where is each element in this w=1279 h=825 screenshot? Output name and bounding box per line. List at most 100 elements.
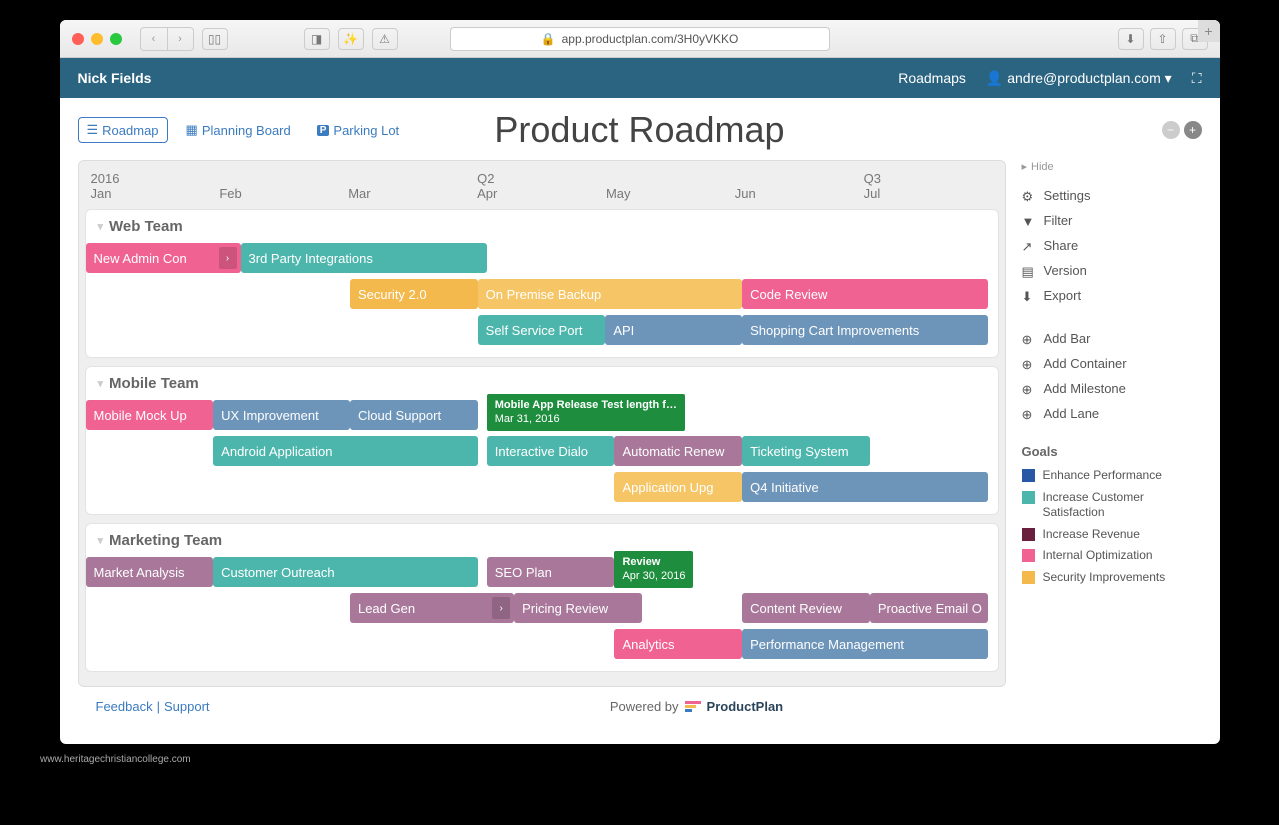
timeline-month: Jun [735,186,864,201]
lane-group: ▾Mobile TeamMobile App Release Test leng… [85,366,999,515]
side-add-bar[interactable]: ⊕Add Bar [1022,326,1202,351]
timeline-year [735,171,864,186]
roadmap-bar[interactable]: Self Service Port [478,315,606,345]
timeline-year: 2016 [91,171,220,186]
tab-parking-lot[interactable]: P Parking Lot [309,117,407,143]
account-menu[interactable]: 👤 andre@productplan.com ▾ [986,70,1172,87]
goal-swatch [1022,549,1035,562]
page-title: Product Roadmap [494,109,784,151]
side-add-lane[interactable]: ⊕Add Lane [1022,401,1202,426]
share-icon[interactable]: ⇧ [1150,28,1176,50]
side-export[interactable]: ⬇Export [1022,283,1202,308]
lane-row: New Admin Con›3rd Party Integrations [86,243,998,273]
tab-roadmap[interactable]: ☰ Roadmap [78,117,168,143]
fullscreen-icon[interactable]: ⛶ [1192,70,1202,87]
tab-planning-board[interactable]: ▦ Planning Board [178,117,299,143]
roadmap-bar[interactable]: 3rd Party Integrations [241,243,487,273]
maximize-window-icon[interactable] [110,33,122,45]
right-sidebar: ▸ Hide ⚙Settings▼Filter↗Share▤Version⬇Ex… [1022,160,1202,687]
roadmap-bar[interactable]: On Premise Backup [478,279,742,309]
roadmap-bar[interactable]: Market Analysis [86,557,214,587]
image-credit: www.heritagechristiancollege.com [20,754,1259,765]
side-share[interactable]: ↗Share [1022,233,1202,258]
side-version[interactable]: ▤Version [1022,258,1202,283]
roadmap-canvas: 2016Q2Q3 JanFebMarAprMayJunJul ▾Web Team… [78,160,1006,687]
export-icon: ⬇ [1022,289,1036,303]
roadmap-bar[interactable]: Code Review [742,279,988,309]
roadmap-bar[interactable]: Lead Gen› [350,593,514,623]
filter-icon: ▼ [1022,214,1036,228]
zoom-in-button[interactable]: + [1184,121,1202,139]
roadmap-bar[interactable]: Automatic Renew [614,436,742,466]
roadmap-bar[interactable]: Content Review [742,593,870,623]
timeline-year: Q2 [477,171,606,186]
roadmap-bar[interactable]: UX Improvement [213,400,350,430]
roadmap-bar[interactable]: API [605,315,742,345]
goal-item[interactable]: Internal Optimization [1022,545,1202,567]
side-add-container[interactable]: ⊕Add Container [1022,351,1202,376]
roadmap-bar[interactable]: Ticketing System [742,436,870,466]
version-icon: ▤ [1022,264,1036,278]
side-add-milestone[interactable]: ⊕Add Milestone [1022,376,1202,401]
timeline-month: Jul [864,186,993,201]
close-window-icon[interactable] [72,33,84,45]
roadmap-bar[interactable]: Cloud Support [350,400,478,430]
milestone-marker[interactable]: Mobile App Release Test length f…Mar 31,… [487,394,685,431]
roadmap-bar[interactable]: Application Upg [614,472,742,502]
hide-sidebar-button[interactable]: ▸ Hide [1022,160,1202,173]
forward-button[interactable]: › [167,28,193,50]
back-button[interactable]: ‹ [141,28,167,50]
goal-swatch [1022,491,1035,504]
lane-row: Market AnalysisCustomer Outreach SEO Plan [86,557,998,587]
roadmap-bar[interactable]: Android Application [213,436,477,466]
roadmap-bar[interactable]: Customer Outreach [213,557,477,587]
lane-row: Self Service PortAPIShopping Cart Improv… [86,315,998,345]
goals-heading: Goals [1022,444,1202,459]
feedback-link[interactable]: Feedback [96,699,153,714]
user-icon: 👤 [986,70,1003,86]
goal-item[interactable]: Security Improvements [1022,567,1202,589]
window-controls [72,33,122,45]
user-name: Nick Fields [78,70,152,86]
roadmap-bar[interactable]: SEO Plan [487,557,615,587]
plus-circle-icon: ⊕ [1022,357,1036,371]
roadmap-bar[interactable]: Interactive Dialo [487,436,615,466]
minimize-window-icon[interactable] [91,33,103,45]
expand-bar-icon[interactable]: › [492,597,510,619]
roadmap-bar[interactable]: Proactive Email O [870,593,989,623]
goal-item[interactable]: Increase Customer Satisfaction [1022,487,1202,524]
lane-row: Lead Gen›Pricing Review Content ReviewPro… [86,593,998,623]
nav-roadmaps[interactable]: Roadmaps [898,70,966,86]
roadmap-bar[interactable]: Mobile Mock Up [86,400,214,430]
warning-icon[interactable]: ⚠ [372,28,398,50]
top-sites-icon[interactable]: ◨ [304,28,330,50]
address-bar[interactable]: 🔒 app.productplan.com/3H0yVKKO [450,27,830,51]
expand-bar-icon[interactable]: › [219,247,237,269]
roadmap-bar[interactable]: Security 2.0 [350,279,478,309]
timeline-month: Jan [91,186,220,201]
new-tab-button[interactable]: + [1198,20,1220,42]
side-filter[interactable]: ▼Filter [1022,208,1202,233]
roadmap-bar[interactable]: Analytics [614,629,742,659]
goal-item[interactable]: Increase Revenue [1022,524,1202,546]
sidebar-toggle-icon[interactable]: ▯▯ [202,28,228,50]
lane-title[interactable]: ▾Web Team [86,210,998,243]
view-tabs: ☰ Roadmap ▦ Planning Board P Parking Lot [78,117,408,143]
roadmap-bar[interactable]: Pricing Review [514,593,642,623]
goal-item[interactable]: Enhance Performance [1022,465,1202,487]
zoom-out-button[interactable]: − [1162,121,1180,139]
plus-circle-icon: ⊕ [1022,382,1036,396]
download-icon[interactable]: ⬇ [1118,28,1144,50]
roadmap-bar[interactable]: Q4 Initiative [742,472,988,502]
powered-by: Powered by ProductPlan [610,699,783,714]
nav-back-fwd: ‹ › [140,27,194,51]
lane-title[interactable]: ▾Marketing Team [86,524,998,557]
roadmap-bar[interactable]: New Admin Con› [86,243,241,273]
timeline-year [219,171,348,186]
roadmap-bar[interactable]: Performance Management [742,629,988,659]
roadmap-bar[interactable]: Shopping Cart Improvements [742,315,988,345]
milestone-marker[interactable]: ReviewApr 30, 2016 [614,551,693,588]
support-link[interactable]: Support [164,699,210,714]
magic-icon[interactable]: ✨ [338,28,364,50]
side-settings[interactable]: ⚙Settings [1022,183,1202,208]
